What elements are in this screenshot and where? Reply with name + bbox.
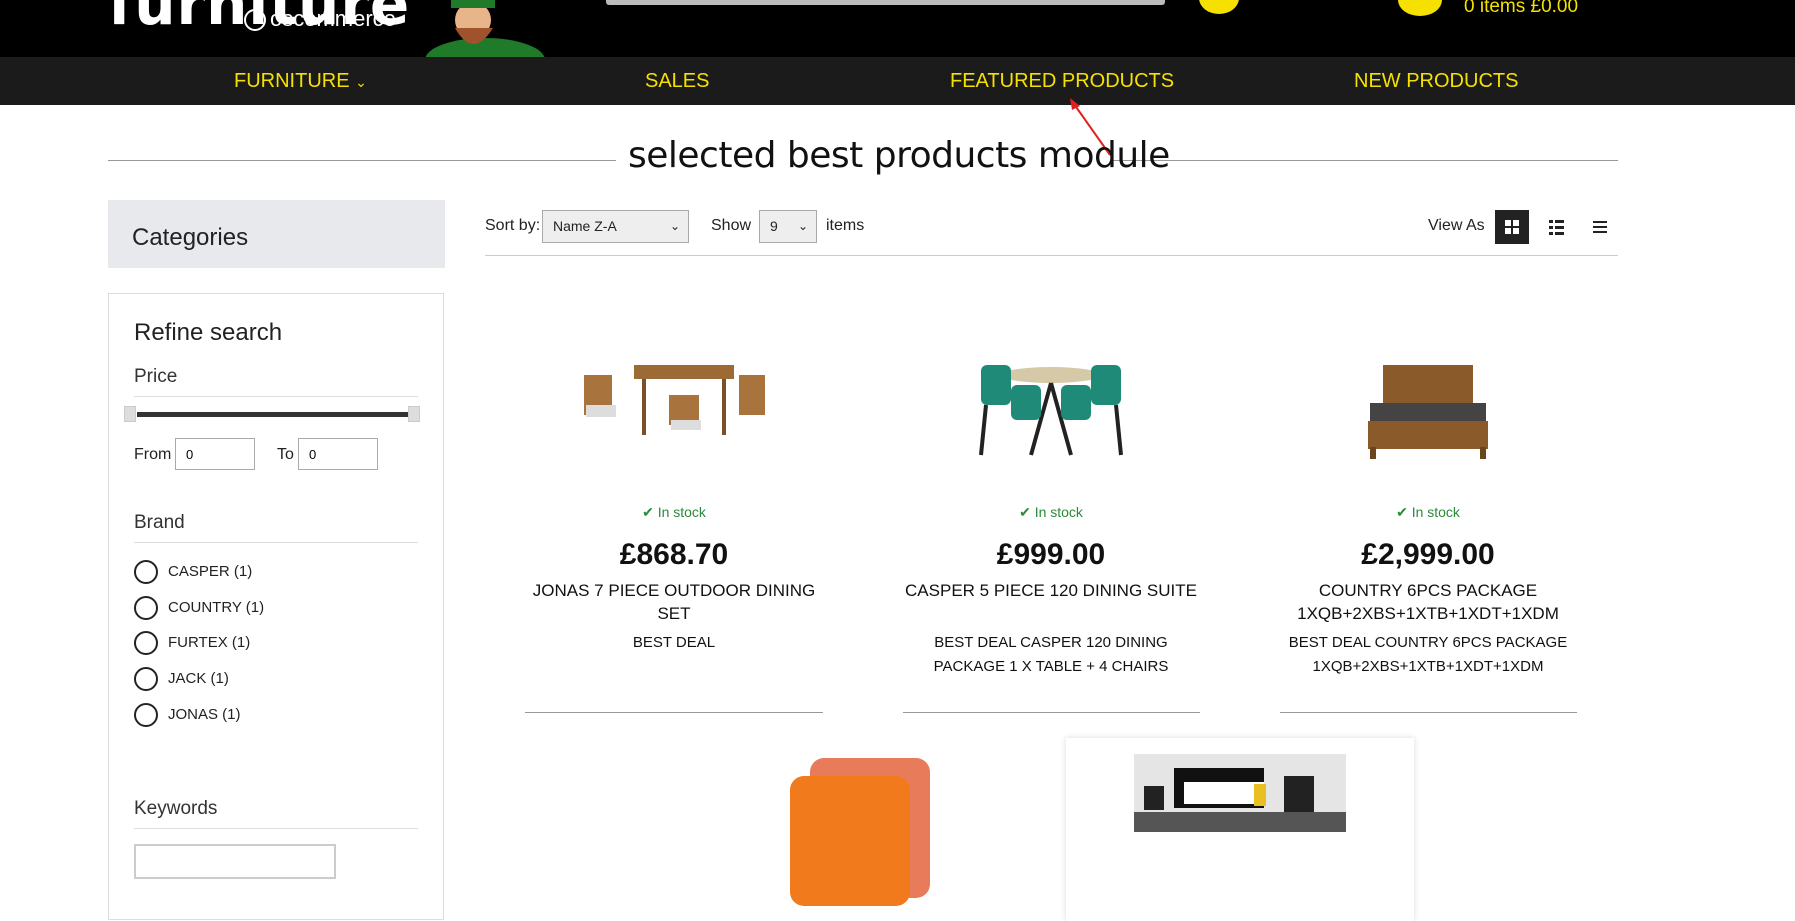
brand-filter-label: JACK (1) [168, 670, 229, 687]
keywords-input[interactable] [134, 844, 336, 879]
product-image[interactable] [1328, 335, 1528, 485]
divider [134, 828, 418, 829]
product-image[interactable] [574, 335, 774, 485]
categories-title: Categories [132, 224, 249, 251]
nav-item-new-products[interactable]: NEW PRODUCTS [1354, 70, 1518, 93]
stock-status: ✔ In stock [901, 504, 1201, 521]
show-label: Show [711, 217, 752, 234]
price-label: Price [134, 366, 178, 387]
from-label: From [134, 446, 172, 463]
price-slider-max-handle[interactable] [408, 406, 420, 422]
to-label: To [277, 446, 294, 463]
product-price: £2,999.00 [1361, 538, 1495, 571]
divider [134, 542, 418, 543]
account-icon[interactable] [1199, 0, 1239, 14]
nav-item-furniture[interactable]: FURNITURE ⌄ [234, 70, 367, 93]
chevron-down-icon: ⌄ [797, 219, 808, 233]
logo-subtitle: oscommerce [244, 6, 396, 32]
sort-select-value: Name Z-A [553, 218, 617, 234]
lines-icon [1593, 221, 1607, 233]
product-price: £868.70 [619, 538, 729, 571]
page-title: selected best products module [628, 135, 1170, 176]
product-image[interactable] [1134, 754, 1346, 832]
sort-select[interactable]: Name Z-A ⌄ [542, 210, 689, 243]
refine-search-title: Refine search [134, 319, 283, 346]
product-image[interactable] [760, 752, 970, 912]
cart-summary[interactable]: 0 items £0.00 [1464, 0, 1578, 18]
stock-status: ✔ In stock [524, 504, 824, 521]
radio-button[interactable] [134, 596, 158, 620]
refine-search-panel: Refine search Price From To Brand CASPER… [108, 293, 444, 920]
chevron-down-icon: ⌄ [669, 219, 680, 233]
divider [1280, 712, 1577, 713]
product-name[interactable]: COUNTRY 6PCS PACKAGE 1XQB+2XBS+1XTB+1XDT… [1278, 579, 1578, 625]
items-label: items [826, 217, 865, 234]
divider [903, 712, 1200, 713]
price-to-input[interactable] [298, 438, 378, 470]
heading-divider [1112, 160, 1618, 161]
product-card[interactable] [1066, 738, 1414, 921]
product-name[interactable]: CASPER 5 PIECE 120 DINING SUITE [901, 579, 1201, 602]
product-description: BEST DEAL CASPER 120 DINING PACKAGE 1 X … [933, 634, 1169, 675]
brand-filter-label: COUNTRY (1) [168, 599, 265, 616]
check-icon: ✔ [642, 504, 654, 520]
logo-subtitle-text: oscommerce [270, 6, 396, 31]
chevron-down-icon: ⌄ [355, 74, 367, 90]
product-price: £999.00 [996, 538, 1106, 571]
divider [525, 712, 823, 713]
nav-item-label: FURNITURE [234, 70, 350, 92]
brand-filter-label: FURTEX (1) [168, 634, 251, 651]
check-icon: ✔ [1396, 504, 1408, 520]
mascot-image [425, 0, 545, 57]
toolbar-divider [485, 255, 1618, 256]
product-description: BEST DEAL COUNTRY 6PCS PACKAGE 1XQB+2XBS… [1288, 634, 1568, 675]
items-per-page-value: 9 [770, 218, 778, 234]
product-image[interactable] [951, 335, 1151, 485]
heading-divider [108, 160, 616, 161]
categories-panel[interactable]: Categories [108, 200, 445, 268]
list-icon [1549, 220, 1564, 235]
check-icon: ✔ [1019, 504, 1031, 520]
radio-button[interactable] [134, 631, 158, 655]
radio-button[interactable] [134, 667, 158, 691]
nav-item-sales[interactable]: SALES [645, 70, 709, 93]
search-input[interactable] [606, 0, 1165, 5]
header: furniture oscommerce 0 items £0.00 [0, 0, 1795, 57]
keywords-label: Keywords [134, 798, 218, 819]
price-from-input[interactable] [175, 438, 255, 470]
price-slider-track[interactable] [137, 412, 411, 417]
stock-label: In stock [1034, 504, 1083, 520]
brand-filter-label: CASPER (1) [168, 563, 253, 580]
view-as-label: View As [1428, 217, 1485, 234]
oscommerce-logo-icon [244, 9, 266, 32]
items-per-page-select[interactable]: 9 ⌄ [759, 210, 817, 243]
sort-label: Sort by: [485, 217, 541, 234]
brand-filter-label: JONAS (1) [168, 706, 241, 723]
product-name[interactable]: JONAS 7 PIECE OUTDOOR DINING SET [524, 579, 824, 625]
stock-label: In stock [1411, 504, 1460, 520]
price-slider-min-handle[interactable] [124, 406, 136, 422]
stock-status: ✔ In stock [1278, 504, 1578, 521]
radio-button[interactable] [134, 560, 158, 584]
compact-view-button[interactable] [1583, 210, 1617, 244]
cart-icon[interactable] [1398, 0, 1442, 16]
brand-label: Brand [134, 512, 185, 533]
divider [134, 396, 418, 397]
list-view-button[interactable] [1539, 210, 1573, 244]
stock-label: In stock [657, 504, 706, 520]
grid-icon [1505, 220, 1519, 234]
product-description: BEST DEAL [632, 634, 716, 651]
main-nav: FURNITURE ⌄ SALES FEATURED PRODUCTS NEW … [0, 57, 1795, 105]
grid-view-button[interactable] [1495, 210, 1529, 244]
radio-button[interactable] [134, 703, 158, 727]
